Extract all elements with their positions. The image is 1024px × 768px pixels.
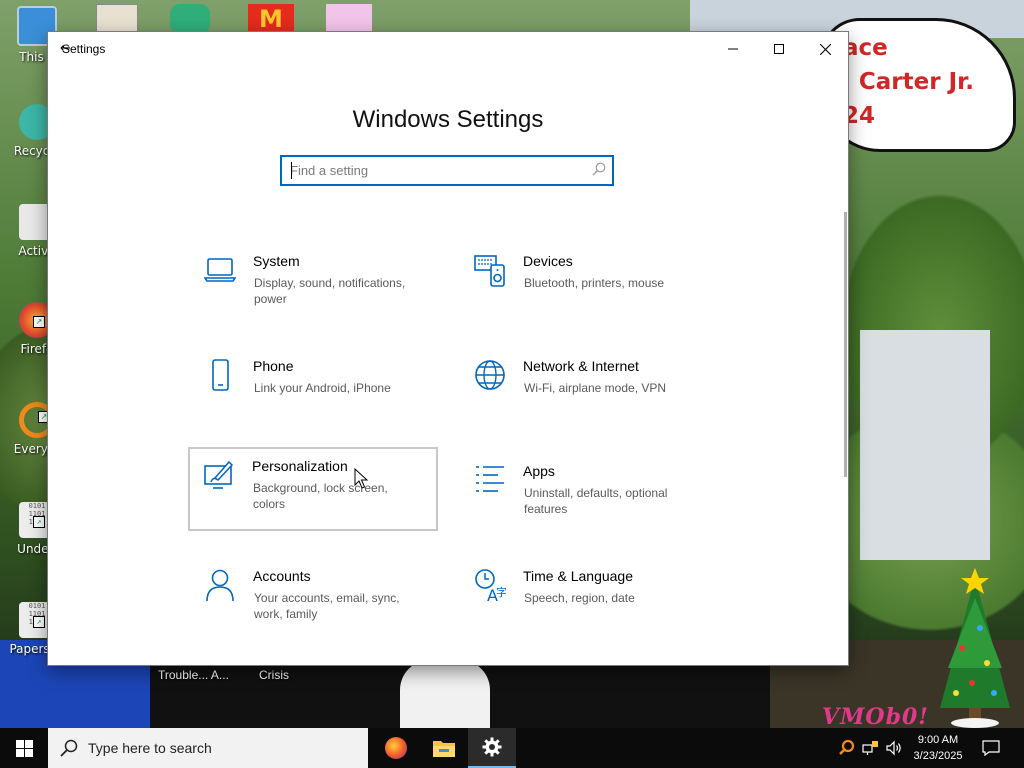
tile-phone[interactable]: Phone Link your Android, iPhone xyxy=(189,347,437,429)
firefox-icon xyxy=(385,737,407,759)
settings-search-box[interactable] xyxy=(280,155,614,186)
title-bar[interactable]: ← Settings xyxy=(48,32,848,66)
christmas-tree-icon xyxy=(940,568,1010,728)
tile-time-language[interactable]: A 字 Time & Language Speech, region, date xyxy=(459,557,707,639)
maximize-button[interactable] xyxy=(756,32,802,66)
close-button[interactable] xyxy=(802,32,848,66)
minimize-button[interactable] xyxy=(710,32,756,66)
personalization-icon xyxy=(204,460,234,489)
search-input[interactable] xyxy=(290,161,580,179)
wallpaper-house xyxy=(860,330,990,560)
search-icon[interactable] xyxy=(592,162,606,176)
tile-description: Link your Android, iPhone xyxy=(254,381,391,395)
tile-title: Apps xyxy=(523,463,555,479)
bubble-line-2: l Carter Jr. xyxy=(843,69,974,95)
tile-personalization[interactable]: Personalization Background, lock screen,… xyxy=(188,447,438,531)
tile-accounts[interactable]: Accounts Your accounts, email, sync, wor… xyxy=(189,557,437,639)
tile-description: Display, sound, notifications, power xyxy=(254,276,406,306)
notification-center-icon[interactable] xyxy=(982,739,1000,757)
taskbar-file-explorer[interactable] xyxy=(420,728,468,768)
text-caret xyxy=(291,162,292,179)
tile-title: Devices xyxy=(523,253,573,269)
scrollbar[interactable] xyxy=(844,212,847,477)
settings-window: ← Settings Windows Settings System Displ… xyxy=(48,32,848,665)
taskbar-clock[interactable]: 9:00 AM 3/23/2025 xyxy=(908,732,968,764)
taskbar-search-box[interactable]: Type here to search xyxy=(48,728,368,768)
apps-list-icon xyxy=(476,466,504,492)
globe-icon xyxy=(475,360,505,390)
clock-date: 3/23/2025 xyxy=(913,750,963,762)
page-title: Windows Settings xyxy=(352,106,544,134)
minimize-icon xyxy=(728,48,738,50)
tile-title: Time & Language xyxy=(523,568,633,584)
tile-description: Your accounts, email, sync, work, family xyxy=(254,591,400,621)
windows-logo-icon xyxy=(15,739,33,757)
tile-devices[interactable]: Devices Bluetooth, printers, mouse xyxy=(459,242,707,324)
taskbar-settings[interactable] xyxy=(468,728,516,768)
tile-title: Accounts xyxy=(253,568,311,584)
taskbar-firefox[interactable] xyxy=(372,728,420,768)
volume-icon[interactable] xyxy=(886,739,904,757)
tile-apps[interactable]: Apps Uninstall, defaults, optional featu… xyxy=(459,452,707,534)
search-icon xyxy=(60,739,78,757)
tile-system[interactable]: System Display, sound, notifications, po… xyxy=(189,242,437,324)
desktop-label-trouble[interactable]: Trouble... A... xyxy=(158,668,229,682)
devices-icon xyxy=(474,255,505,287)
phone-icon xyxy=(212,359,229,391)
close-icon xyxy=(819,43,831,55)
folder-icon xyxy=(433,741,455,757)
tile-network-internet[interactable]: Network & Internet Wi-Fi, airplane mode,… xyxy=(459,347,707,429)
taskbar: Type here to search 9:00 AM 3/23/2025 xyxy=(0,728,1024,768)
tile-title: Network & Internet xyxy=(523,358,639,374)
golden-arches-icon: M xyxy=(259,5,283,33)
tile-description: Bluetooth, printers, mouse xyxy=(524,276,665,290)
tile-title: Phone xyxy=(253,358,294,374)
time-language-icon: A 字 xyxy=(475,569,506,602)
gear-icon xyxy=(482,737,502,757)
person-icon xyxy=(206,569,234,602)
everything-search-tray-icon[interactable] xyxy=(838,739,856,757)
clock-time: 9:00 AM xyxy=(917,734,959,746)
tile-description: Wi-Fi, airplane mode, VPN xyxy=(524,381,667,395)
wallpaper-white-figure xyxy=(400,660,490,728)
laptop-icon xyxy=(204,258,236,282)
desktop-icon-app-4[interactable] xyxy=(326,4,372,34)
maximize-icon xyxy=(774,44,784,54)
tile-description: Speech, region, date xyxy=(524,591,635,605)
network-tray-icon[interactable] xyxy=(862,739,880,757)
mouse-cursor-icon xyxy=(354,468,368,489)
bubble-line-1: ace xyxy=(843,35,888,61)
desktop-icon-mcdonalds[interactable]: M xyxy=(248,4,294,34)
wallpaper-watermark: VMOb0! xyxy=(822,704,929,728)
window-title: Settings xyxy=(62,42,106,56)
svg-text:字: 字 xyxy=(496,585,506,599)
tile-description: Background, lock screen, colors xyxy=(253,481,388,511)
desktop-label-crisis[interactable]: Crisis xyxy=(259,668,289,682)
start-button[interactable] xyxy=(0,728,48,768)
tile-title: System xyxy=(253,253,300,269)
tile-title: Personalization xyxy=(252,458,348,474)
taskbar-search-placeholder: Type here to search xyxy=(88,740,212,756)
speech-bubble: ace l Carter Jr. 24 xyxy=(820,18,1016,152)
tile-description: Uninstall, defaults, optional features xyxy=(524,486,668,516)
desktop-icon-app-2[interactable] xyxy=(170,4,210,34)
